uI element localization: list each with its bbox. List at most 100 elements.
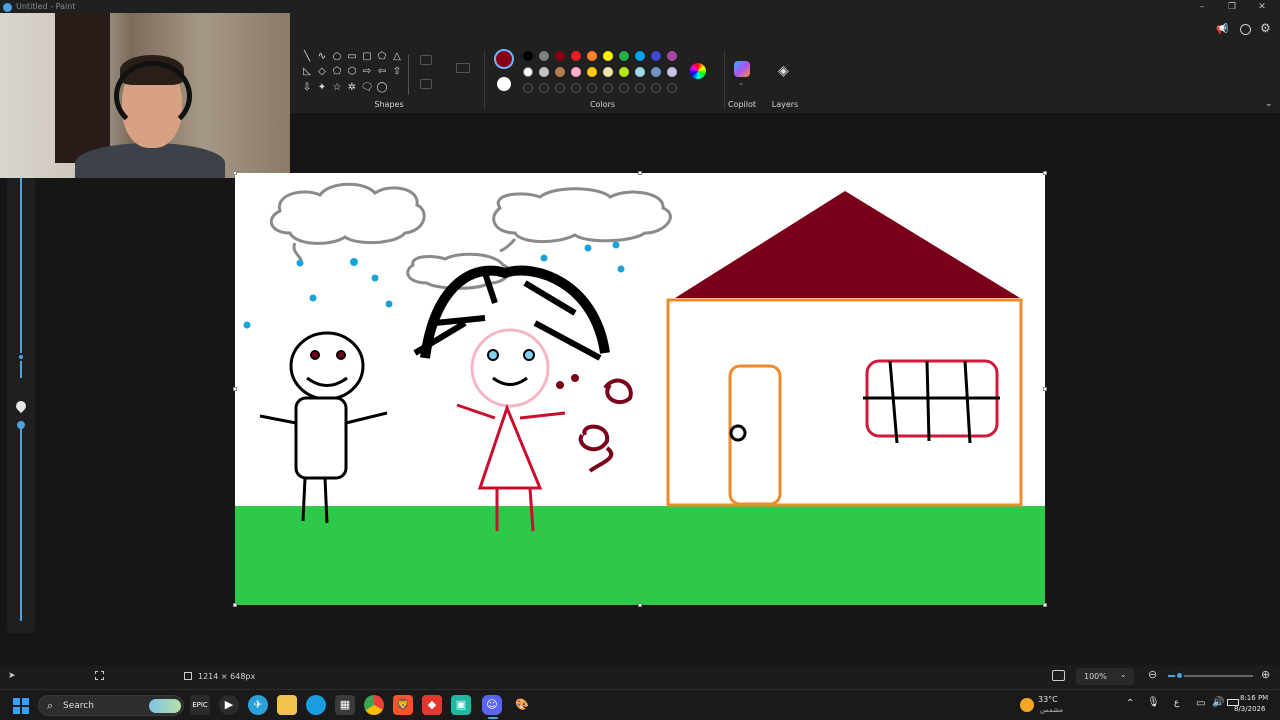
network-icon[interactable]: ▭: [1196, 698, 1205, 709]
minimize-button[interactable]: –: [1192, 0, 1212, 15]
custom-color-slot[interactable]: [587, 83, 597, 93]
size-slider-thumb[interactable]: [17, 353, 25, 361]
custom-color-slot[interactable]: [571, 83, 581, 93]
weather-sun-icon[interactable]: [1020, 698, 1034, 712]
telegram-icon[interactable]: ✈: [248, 695, 268, 715]
color-swatch[interactable]: [539, 51, 549, 61]
layers-icon[interactable]: ◈: [778, 63, 789, 79]
outline-icon[interactable]: [420, 55, 432, 65]
custom-color-slot[interactable]: [619, 83, 629, 93]
oval-callout-shape-icon[interactable]: ◯: [375, 81, 389, 95]
capcut-icon[interactable]: ▣: [451, 695, 471, 715]
line-shape-icon[interactable]: ╲: [300, 50, 314, 64]
polygon-shape-icon[interactable]: ⬠: [375, 50, 389, 64]
settings-gear-icon[interactable]: ⚙: [1260, 21, 1271, 35]
four-point-star-shape-icon[interactable]: ✦: [315, 81, 329, 95]
secondary-color-selector[interactable]: [497, 77, 511, 91]
color-swatch[interactable]: [667, 51, 677, 61]
color-swatch[interactable]: [667, 67, 677, 77]
file-explorer-icon[interactable]: [277, 695, 297, 715]
zoom-dropdown[interactable]: 100% ⌄: [1076, 668, 1134, 685]
right-triangle-shape-icon[interactable]: ◺: [300, 65, 314, 79]
callout-shape-icon[interactable]: 🗨: [360, 81, 374, 95]
canvas-resize-handle-tm[interactable]: [638, 171, 642, 175]
rounded-rectangle-shape-icon[interactable]: ▢: [360, 50, 374, 64]
primary-color-selector[interactable]: [494, 49, 514, 69]
custom-color-slot[interactable]: [539, 83, 549, 93]
hexagon-shape-icon[interactable]: ⬡: [345, 65, 359, 79]
oval-shape-icon[interactable]: ○: [330, 50, 344, 64]
color-swatch[interactable]: [539, 67, 549, 77]
down-arrow-shape-icon[interactable]: ⇩: [300, 81, 314, 95]
color-swatch[interactable]: [635, 51, 645, 61]
custom-color-slot[interactable]: [651, 83, 661, 93]
tray-overflow-chevron-icon[interactable]: ⌃: [1126, 698, 1134, 709]
zoom-slider-thumb[interactable]: [1175, 671, 1184, 680]
zoom-in-icon[interactable]: ⊕: [1261, 668, 1270, 681]
drawing-canvas[interactable]: [235, 173, 1045, 605]
canvas-resize-handle-tr[interactable]: [1043, 171, 1047, 175]
close-button[interactable]: ✕: [1252, 0, 1272, 15]
taskbar-search-box[interactable]: ⌕ Search: [38, 695, 184, 716]
clock-time[interactable]: 8:16 PM: [1240, 694, 1268, 702]
color-swatch[interactable]: [587, 51, 597, 61]
color-swatch[interactable]: [571, 67, 581, 77]
microphone-icon[interactable]: 🎙: [1147, 697, 1160, 708]
color-swatch[interactable]: [587, 67, 597, 77]
size-slider-track[interactable]: [20, 173, 22, 378]
canvas-resize-handle-br[interactable]: [1043, 603, 1047, 607]
right-arrow-shape-icon[interactable]: ⇨: [360, 65, 374, 79]
copilot-icon[interactable]: [734, 61, 750, 77]
canvas-resize-handle-ml[interactable]: [233, 387, 237, 391]
custom-color-slot[interactable]: [523, 83, 533, 93]
account-icon[interactable]: [1240, 24, 1251, 35]
color-swatch[interactable]: [651, 51, 661, 61]
fit-to-window-icon[interactable]: [1052, 670, 1065, 681]
custom-color-slot[interactable]: [603, 83, 613, 93]
language-indicator[interactable]: ع: [1174, 698, 1179, 708]
color-swatch[interactable]: [555, 67, 565, 77]
maximize-button[interactable]: ❐: [1222, 0, 1242, 15]
edit-colors-icon[interactable]: [690, 63, 706, 79]
pentagon-shape-icon[interactable]: ⬠: [330, 65, 344, 79]
expand-ribbon-chevron-icon[interactable]: ⌄: [1265, 99, 1273, 109]
curve-shape-icon[interactable]: ∿: [315, 50, 329, 64]
color-swatch[interactable]: [619, 67, 629, 77]
canvas-resize-handle-bm[interactable]: [638, 603, 642, 607]
color-swatch[interactable]: [635, 67, 645, 77]
triangle-shape-icon[interactable]: △: [390, 50, 404, 64]
clock-date[interactable]: 8/3/2026: [1234, 705, 1265, 713]
canvas-resize-handle-tl[interactable]: [233, 171, 237, 175]
color-swatch[interactable]: [523, 51, 533, 61]
left-arrow-shape-icon[interactable]: ⇦: [375, 65, 389, 79]
fill-icon[interactable]: [420, 79, 432, 89]
anydesk-icon[interactable]: ◆: [422, 695, 442, 715]
chevron-down-icon[interactable]: ⌄: [738, 79, 744, 87]
chrome-icon[interactable]: [364, 695, 384, 715]
opacity-slider-thumb[interactable]: [17, 421, 25, 429]
notifications-icon[interactable]: 📢: [1216, 24, 1228, 35]
opacity-slider-track[interactable]: [20, 421, 22, 621]
custom-color-slot[interactable]: [555, 83, 565, 93]
media-player-icon[interactable]: ▶: [219, 695, 239, 715]
six-point-star-shape-icon[interactable]: ✲: [345, 81, 359, 95]
paint-app-icon[interactable]: 🎨: [512, 695, 532, 715]
discord-icon[interactable]: ☺: [482, 695, 502, 715]
color-swatch[interactable]: [651, 67, 661, 77]
diamond-shape-icon[interactable]: ◇: [315, 65, 329, 79]
custom-color-slot[interactable]: [635, 83, 645, 93]
color-swatch[interactable]: [619, 51, 629, 61]
up-arrow-shape-icon[interactable]: ⇧: [390, 65, 404, 79]
canvas-resize-handle-mr[interactable]: [1043, 387, 1047, 391]
epic-games-icon[interactable]: EPIC: [190, 695, 210, 715]
brave-browser-icon[interactable]: 🦁: [393, 695, 413, 715]
five-point-star-shape-icon[interactable]: ☆: [330, 81, 344, 95]
shapes-gallery[interactable]: ╲ ∿ ○ ▭ ▢ ⬠ △ ◺ ◇ ⬠ ⬡ ⇨ ⇦ ⇧ ⇩ ✦ ☆ ✲ 🗨 ◯: [300, 50, 410, 95]
custom-color-slot[interactable]: [667, 83, 677, 93]
rectangle-shape-icon[interactable]: ▭: [345, 50, 359, 64]
zoom-out-icon[interactable]: ⊖: [1148, 668, 1157, 681]
color-swatch[interactable]: [571, 51, 581, 61]
microsoft-store-icon[interactable]: ▦: [335, 695, 355, 715]
volume-icon[interactable]: 🔊: [1212, 697, 1224, 708]
color-swatch[interactable]: [603, 51, 613, 61]
